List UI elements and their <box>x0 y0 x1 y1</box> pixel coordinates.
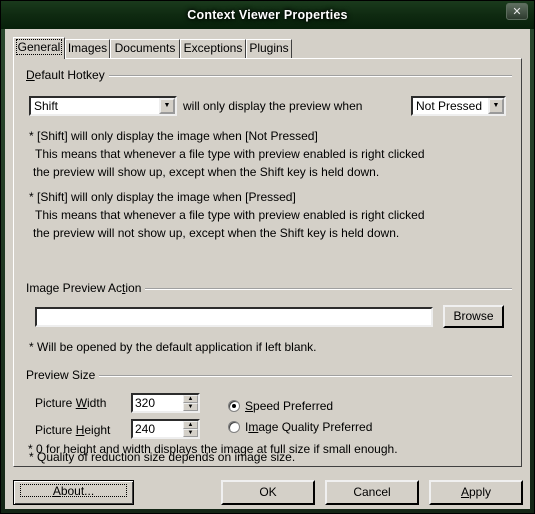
preview-size-group-label: Preview Size <box>26 368 100 382</box>
tab-exceptions[interactable]: Exceptions <box>180 39 246 58</box>
properties-window: Context Viewer Properties ✕ General Imag… <box>0 0 535 514</box>
picture-width-value: 320 <box>135 396 156 410</box>
speed-preferred-radio[interactable] <box>228 400 240 412</box>
quality-preferred-label[interactable]: Image Quality Preferred <box>245 420 372 434</box>
preview-size-note2: * 0 for height and width displays the im… <box>28 442 398 456</box>
cancel-button[interactable]: Cancel <box>325 480 419 505</box>
hotkey-state-dropdown[interactable]: Not Pressed ▼ <box>411 96 506 116</box>
hotkey-note1-line2: This means that whenever a file type wit… <box>35 147 425 161</box>
chevron-down-icon[interactable]: ▼ <box>488 98 504 114</box>
picture-height-label: Picture Height <box>35 423 111 437</box>
preview-action-input[interactable] <box>35 307 433 327</box>
picture-width-label: Picture Width <box>35 396 107 410</box>
title-bar[interactable]: Context Viewer Properties ✕ <box>1 1 534 29</box>
preview-action-note: * Will be opened by the default applicat… <box>29 340 317 354</box>
tab-plugins[interactable]: Plugins <box>246 39 292 58</box>
hotkey-key-dropdown[interactable]: Shift ▼ <box>29 96 177 116</box>
picture-height-stepper[interactable]: 240 ▲ ▼ <box>131 419 200 439</box>
speed-preferred-label[interactable]: Speed Preferred <box>245 399 333 413</box>
ok-button[interactable]: OK <box>221 480 315 505</box>
hotkey-key-value: Shift <box>34 99 59 113</box>
picture-width-stepper[interactable]: 320 ▲ ▼ <box>131 393 200 413</box>
tab-documents[interactable]: Documents <box>110 39 180 58</box>
tab-images[interactable]: Images <box>65 39 110 58</box>
tab-general[interactable]: General <box>13 37 65 59</box>
hotkey-note1-line1: * [Shift] will only display the image wh… <box>29 129 318 143</box>
hotkey-note2-line3: the preview will not show up, except whe… <box>33 226 400 240</box>
general-tab-panel: Default Hotkey Shift ▼ will only display… <box>13 58 522 467</box>
picture-height-value: 240 <box>135 422 156 436</box>
hotkey-note1-line3: the preview will show up, except when th… <box>33 165 380 179</box>
spin-down-icon[interactable]: ▼ <box>183 403 198 411</box>
dialog-client-area: General Images Documents Exceptions Plug… <box>5 29 530 509</box>
close-icon[interactable]: ✕ <box>506 3 528 20</box>
spin-down-icon[interactable]: ▼ <box>183 429 198 437</box>
hotkey-middle-text: will only display the preview when <box>183 99 363 113</box>
chevron-down-icon[interactable]: ▼ <box>159 98 175 114</box>
browse-button[interactable]: Browse <box>443 305 504 328</box>
hotkey-note2-line1: * [Shift] will only display the image wh… <box>29 190 296 204</box>
window-title: Context Viewer Properties <box>187 8 348 22</box>
spin-up-icon[interactable]: ▲ <box>183 395 198 403</box>
preview-action-group-label: Image Preview Action <box>26 281 146 295</box>
about-button[interactable]: About... <box>13 480 134 505</box>
spin-up-icon[interactable]: ▲ <box>183 421 198 429</box>
hotkey-group-label: Default Hotkey <box>26 68 109 82</box>
hotkey-state-value: Not Pressed <box>416 99 483 113</box>
quality-preferred-radio[interactable] <box>228 421 240 433</box>
apply-button[interactable]: Apply <box>429 480 523 505</box>
hotkey-note2-line2: This means that whenever a file type wit… <box>35 208 425 222</box>
